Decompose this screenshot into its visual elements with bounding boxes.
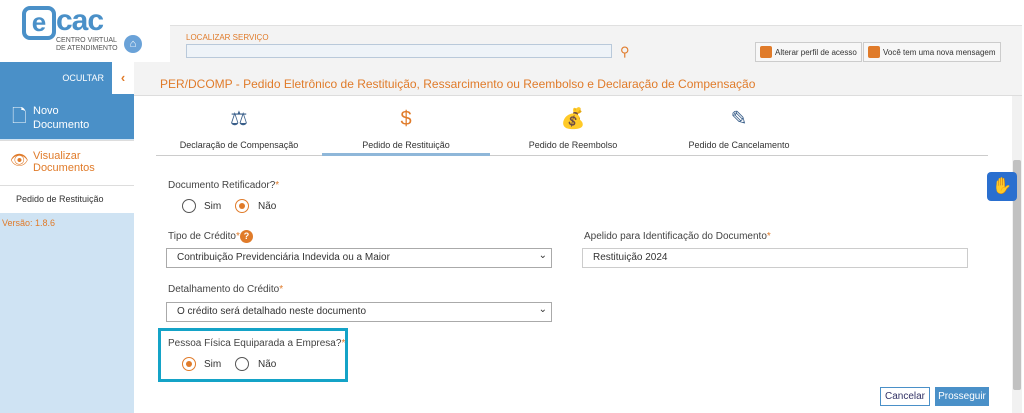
prosseguir-button[interactable]: Prosseguir	[935, 387, 989, 406]
tab-label: Declaração de Compensação	[156, 140, 322, 150]
page-title: PER/DCOMP - Pedido Eletrônico de Restitu…	[160, 77, 755, 91]
retificador-label-text: Documento Retificador?	[168, 180, 275, 191]
mensagem-label: Você tem uma nova mensagem	[883, 48, 996, 57]
detalhamento-value: O crédito será detalhado neste documento	[177, 306, 366, 317]
scrollbar[interactable]	[1012, 96, 1022, 413]
pessoa-fisica-label: Pessoa Física Equiparada a Empresa?*	[168, 338, 345, 349]
tab-label: Pedido de Reembolso	[490, 140, 656, 150]
tab-label: Pedido de Cancelamento	[656, 140, 822, 150]
detalhamento-select[interactable]: O crédito será detalhado neste documento…	[166, 302, 552, 322]
tipo-credito-label: Tipo de Crédito*	[168, 231, 240, 242]
money-bag-icon: 💰	[490, 106, 656, 132]
tipo-credito-value: Contribuição Previdenciária Indevida ou …	[177, 252, 390, 263]
logo-e: e	[22, 6, 56, 40]
ocultar-bar[interactable]: OCULTAR ‹	[0, 62, 134, 94]
cancel-doc-icon: ✎	[656, 106, 822, 132]
sidebar: OCULTAR ‹ 🗋 Novo Documento 👁 Visualizar …	[0, 62, 134, 413]
cancel-button[interactable]: Cancelar	[880, 387, 930, 406]
sidebar-item-pedido-restituicao[interactable]: Pedido de Restituição	[0, 185, 134, 213]
version-text: Versão: 1.8.6	[2, 218, 55, 228]
required-mark: *	[275, 180, 279, 191]
apelido-label: Apelido para Identificação do Documento*	[584, 231, 771, 242]
search-icon[interactable]: ⚲	[620, 44, 630, 60]
document-type-tabs: ⚖ Declaração de Compensação $ Pedido de …	[156, 106, 988, 156]
tipo-credito-select[interactable]: Contribuição Previdenciária Indevida ou …	[166, 248, 552, 268]
required-mark: *	[279, 284, 283, 295]
retificador-label: Documento Retificador?*	[168, 180, 279, 191]
highlight-box	[158, 328, 348, 382]
required-mark: *	[341, 338, 345, 349]
top-bar: e cac Centro Virtual de Atendimento ⌂ LO…	[0, 0, 1024, 62]
people-icon	[760, 46, 772, 58]
alterar-perfil-label: Alterar perfil de acesso	[775, 48, 857, 57]
tipo-credito-label-text: Tipo de Crédito	[168, 231, 236, 242]
retificador-sim-radio[interactable]	[182, 199, 196, 213]
pessoa-fisica-nao-label: Não	[258, 359, 276, 370]
chevron-left-icon[interactable]: ‹	[112, 62, 134, 94]
sidebar-item-label: Visualizar Documentos	[33, 150, 103, 174]
apelido-label-text: Apelido para Identificação do Documento	[584, 231, 767, 242]
new-document-icon: 🗋	[12, 104, 26, 134]
mensagem-button[interactable]: Você tem uma nova mensagem	[863, 42, 1001, 62]
chevron-down-icon: ⌄	[539, 250, 547, 261]
logo-cac: cac	[56, 4, 103, 38]
tab-declaracao-compensacao[interactable]: ⚖ Declaração de Compensação	[156, 106, 322, 156]
main-panel: PER/DCOMP - Pedido Eletrônico de Restitu…	[134, 62, 1022, 413]
pessoa-fisica-sim-label: Sim	[204, 359, 221, 370]
search-bar: LOCALIZAR SERVIÇO ⚲ Alterar perfil de ac…	[170, 25, 1022, 62]
refund-icon: $	[322, 106, 490, 132]
logo-subtitle: Centro Virtual de Atendimento	[56, 37, 128, 53]
retificador-sim-label: Sim	[204, 201, 221, 212]
tab-pedido-restituicao[interactable]: $ Pedido de Restituição	[322, 106, 490, 156]
tab-pedido-reembolso[interactable]: 💰 Pedido de Reembolso	[490, 106, 656, 156]
detalhamento-label: Detalhamento do Crédito*	[168, 284, 283, 295]
chevron-down-icon: ⌄	[539, 304, 547, 315]
ecac-logo[interactable]: e cac Centro Virtual de Atendimento	[22, 4, 128, 56]
tab-pedido-cancelamento[interactable]: ✎ Pedido de Cancelamento	[656, 106, 822, 156]
panel-header: PER/DCOMP - Pedido Eletrônico de Restitu…	[134, 62, 1022, 96]
pessoa-fisica-nao-radio[interactable]	[235, 357, 249, 371]
apelido-input[interactable]: Restituição 2024	[582, 248, 968, 268]
view-document-icon: 👁	[10, 151, 29, 169]
sidebar-item-novo-documento[interactable]: 🗋 Novo Documento	[0, 94, 134, 139]
accessibility-hand-icon[interactable]: ✋	[987, 172, 1017, 201]
retificador-nao-label: Não	[258, 201, 276, 212]
scale-icon: ⚖	[156, 106, 322, 132]
pessoa-fisica-sim-radio[interactable]	[182, 357, 196, 371]
sidebar-item-label: Novo Documento	[33, 104, 93, 132]
required-mark: *	[767, 231, 771, 242]
tab-label: Pedido de Restituição	[322, 140, 490, 150]
search-label: LOCALIZAR SERVIÇO	[186, 33, 269, 42]
search-input[interactable]	[186, 44, 612, 58]
retificador-nao-radio[interactable]	[235, 199, 249, 213]
pessoa-fisica-label-text: Pessoa Física Equiparada a Empresa?	[168, 338, 341, 349]
alterar-perfil-button[interactable]: Alterar perfil de acesso	[755, 42, 862, 62]
home-icon[interactable]: ⌂	[124, 35, 142, 53]
ocultar-label: OCULTAR	[62, 73, 104, 83]
detalhamento-label-text: Detalhamento do Crédito	[168, 284, 279, 295]
help-icon[interactable]: ?	[240, 230, 253, 243]
sidebar-item-visualizar-documentos[interactable]: 👁 Visualizar Documentos	[0, 140, 134, 185]
mail-icon	[868, 46, 880, 58]
